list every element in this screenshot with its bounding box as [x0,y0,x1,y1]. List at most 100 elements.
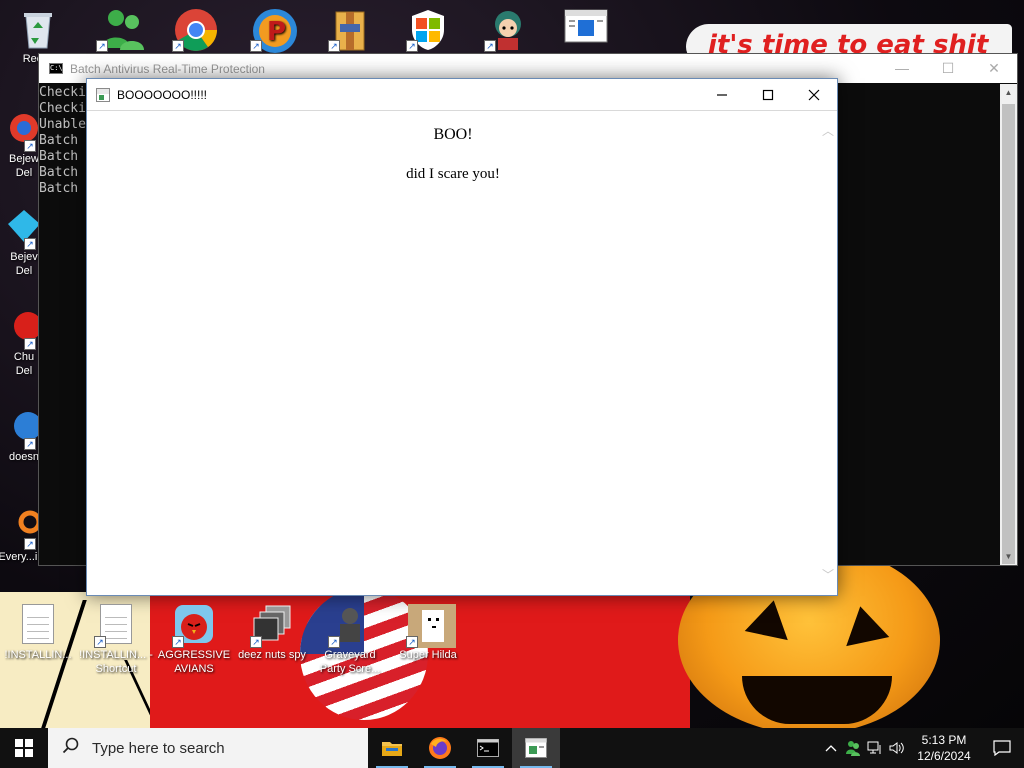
angry-bird-icon: ↗ [172,604,214,648]
popup-titlebar[interactable]: BOOOOOOO!!!!! [87,79,837,110]
folder-archive-icon: ↗ [328,8,370,52]
scroll-up-arrow-icon[interactable]: ▲ [1000,84,1017,101]
taskbar-search-box[interactable] [48,728,368,768]
show-hidden-icons-button[interactable] [820,728,842,768]
svg-text:P: P [267,17,286,47]
graveyard-character-icon: ↗ [328,604,370,648]
chevron-up-icon[interactable]: ︿ [822,125,834,137]
text-document-icon [18,604,58,644]
search-icon [62,737,80,760]
notification-icon [993,740,1011,756]
start-button[interactable] [0,728,48,768]
shortcut-arrow-icon: ↗ [172,40,184,52]
popup-message: did I scare you! [406,166,500,182]
chevron-down-icon[interactable]: ﹀ [822,569,834,581]
network-button[interactable] [864,728,886,768]
desktop-icon-super-hilda[interactable]: ↗ Super Hilda [390,604,466,662]
maximize-icon [762,89,774,100]
close-button[interactable] [791,79,837,110]
desktop-icon-label: !INSTALLIN... [4,649,72,661]
desktop-icon-p-app[interactable]: P ↗ [234,8,310,53]
shortcut-arrow-icon: ↗ [328,40,340,52]
network-icon [867,741,881,754]
shortcut-arrow-icon: ↗ [24,338,36,350]
desktop-icon-anime-character[interactable]: ↗ [468,8,544,52]
taskbar-command-prompt[interactable] [464,728,512,768]
taskbar-file-explorer[interactable] [368,728,416,768]
close-icon [808,89,820,100]
console-scrollbar[interactable]: ▲ ▼ [1000,84,1017,565]
clock-time: 5:13 PM [921,733,967,747]
messenger-icon: ↗ [96,8,144,52]
popup-heading: BOO! [433,126,473,143]
scroll-down-arrow-icon[interactable]: ▼ [1000,548,1017,565]
desktop-icon-deez-nuts-spy[interactable]: ↗ deez nuts spy [234,604,310,662]
minimize-icon [717,93,727,96]
shortcut-arrow-icon: ↗ [24,140,36,152]
desktop-icon-graveyard-party[interactable]: ↗ Graveyard Party Scre... [312,604,388,676]
popup-content: BOO! did I scare you! ︿ ﹀ [87,110,837,595]
desktop-icon-messenger[interactable]: ↗ [80,8,156,52]
windows-logo-icon [15,739,33,757]
search-input[interactable] [90,738,350,758]
shortcut-arrow-icon: ↗ [406,40,418,52]
desktop-icon-label: deez nuts spy [238,649,306,661]
chrome-icon: ↗ [172,8,217,52]
desktop-icon-chrome[interactable]: ↗ [156,8,232,52]
desktop-icon-folder-archive[interactable]: ↗ [312,8,388,52]
desktop-icon-aggressive-avians[interactable]: ↗ AGGRESSIVE AVIANS [156,604,232,676]
system-tray: 5:13 PM 12/6/2024 [820,728,1024,768]
recycle-bin-icon [18,8,58,49]
console-window-title: Batch Antivirus Real-Time Protection [70,61,265,76]
action-center-button[interactable] [980,728,1024,768]
desktop-icon-installing-shortcut[interactable]: ↗ !INSTALLIN... - Shortcut [78,604,154,676]
windows-shield-icon: ↗ [406,8,448,52]
shortcut-arrow-icon: ↗ [24,238,36,250]
p-app-icon: P ↗ [250,8,297,53]
firefox-icon [429,737,451,759]
shortcut-arrow-icon: ↗ [328,636,340,648]
maximize-button[interactable] [745,79,791,110]
shortcut-arrow-icon: ↗ [250,40,262,52]
taskbar: 5:13 PM 12/6/2024 [0,728,1024,768]
desktop-icon-label: Super Hilda [399,649,457,661]
desktop-icon-label: AGGRESSIVE AVIANS [157,649,231,675]
popup-window-title: BOOOOOOO!!!!! [117,87,208,102]
shortcut-arrow-icon: ↗ [96,40,108,52]
pixel-cat-icon: ↗ [406,604,456,648]
taskbar-firefox[interactable] [416,728,464,768]
window-app-icon [564,8,608,48]
taskbar-clock[interactable]: 5:13 PM 12/6/2024 [908,732,980,764]
messenger-tray-icon [846,741,860,756]
boo-popup-window[interactable]: BOOOOOOO!!!!! BOO! did I scare you! ︿ ﹀ [86,78,838,596]
file-explorer-icon [382,742,402,756]
popup-scrollbar[interactable]: ︿ ﹀ [819,111,837,595]
close-button[interactable]: ✕ [971,54,1017,83]
desktop-icon-windows-shield[interactable]: ↗ [390,8,466,52]
shortcut-arrow-icon: ↗ [24,538,36,550]
popup-app-icon [96,87,110,102]
text-document-shortcut-icon: ↗ [94,604,136,648]
minimize-button[interactable]: — [879,54,925,83]
command-prompt-icon [477,739,499,757]
desktop-icon-label: Graveyard Party Scre... [319,649,381,675]
shortcut-arrow-icon: ↗ [94,636,106,648]
shortcut-arrow-icon: ↗ [250,636,262,648]
popup-app-icon [525,738,547,758]
taskbar-popup-app[interactable] [512,728,560,768]
command-prompt-icon: C:\ [49,63,63,74]
desktop-icon-label: !INSTALLIN... - Shortcut [79,649,153,675]
desktop-icon-window-app[interactable] [546,8,622,48]
minimize-button[interactable] [699,79,745,110]
shortcut-arrow-icon: ↗ [172,636,184,648]
volume-button[interactable] [886,728,908,768]
desktop-icon-installing[interactable]: !INSTALLIN... [0,604,76,662]
maximize-button[interactable]: ☐ [925,54,971,83]
scrollbar-thumb[interactable] [1002,104,1015,564]
windows-stack-icon: ↗ [250,604,292,648]
clock-date: 12/6/2024 [917,749,971,763]
chevron-up-icon [825,745,837,752]
anime-character-icon: ↗ [484,8,526,52]
tray-messenger-button[interactable] [842,728,864,768]
shortcut-arrow-icon: ↗ [406,636,418,648]
